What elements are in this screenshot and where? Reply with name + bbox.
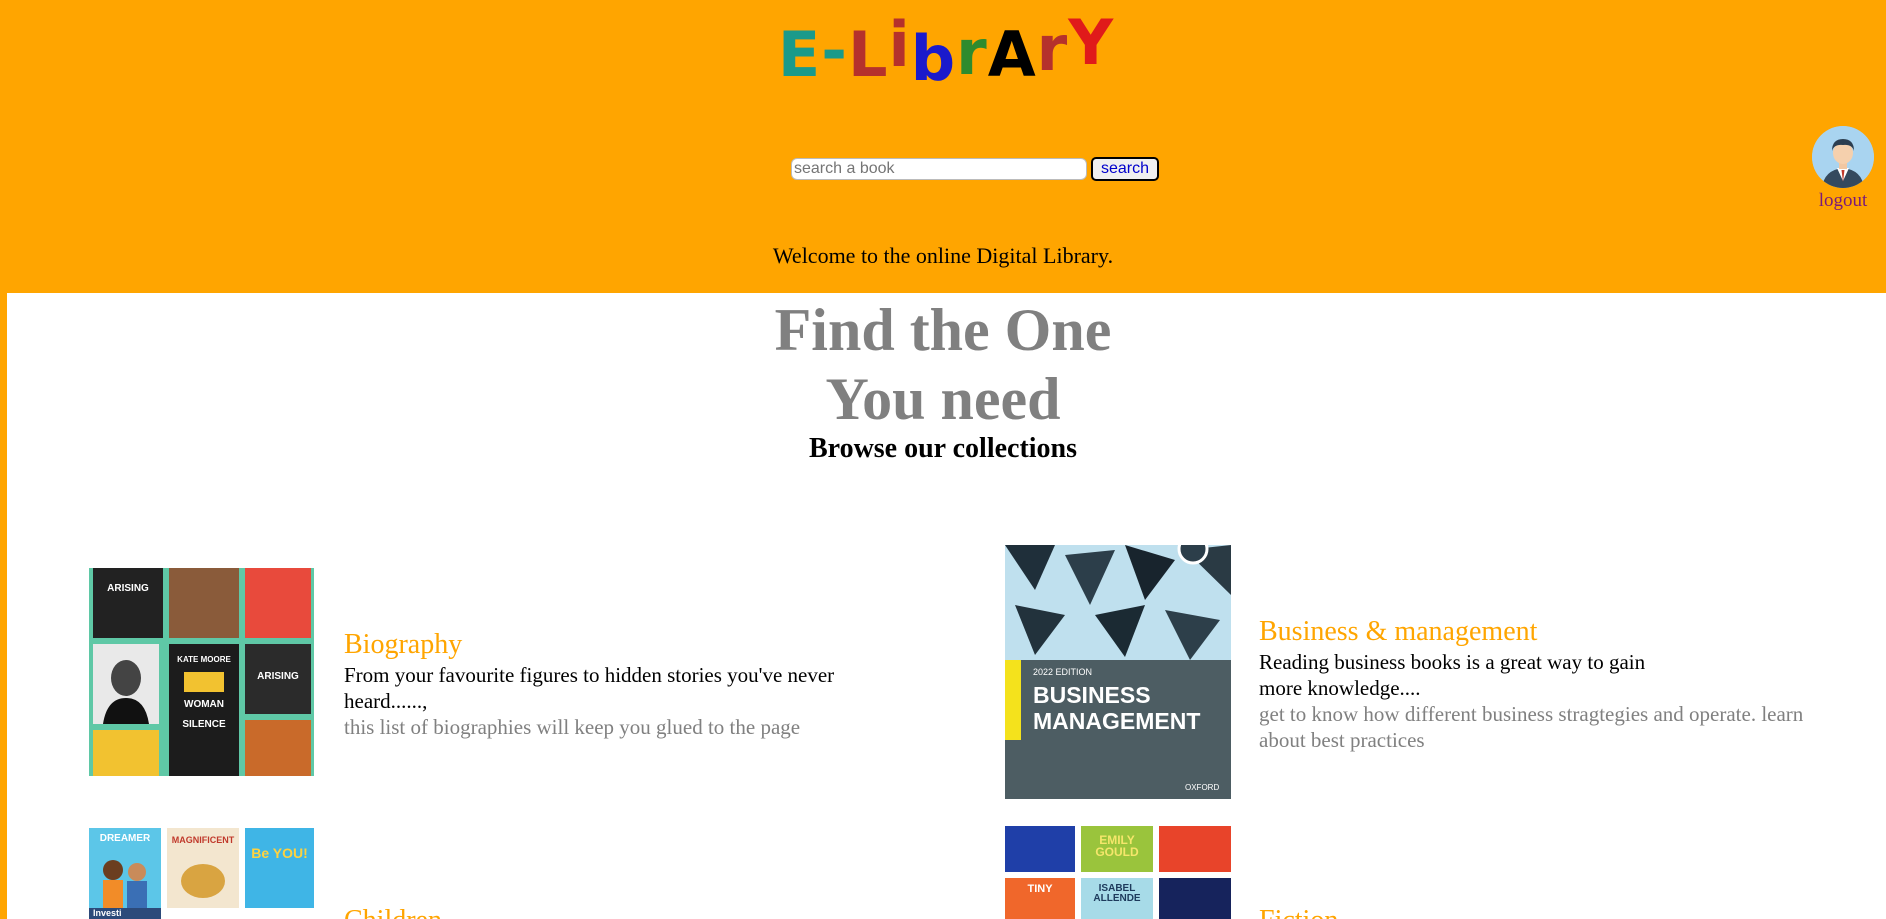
logo-letter: i <box>888 8 911 81</box>
hero-title-line1: Find the One <box>774 297 1112 363</box>
header: E-LibrArY search logout Welcome to the o… <box>0 0 1886 292</box>
category-title-business[interactable]: Business & management <box>1259 616 1537 648</box>
cover-text: 2022 EDITION <box>1033 667 1093 677</box>
logo-letter: A <box>987 18 1037 91</box>
logo-letter: r <box>956 16 988 89</box>
category-title-fiction[interactable]: Fiction <box>1259 905 1338 919</box>
logout-link[interactable]: logout <box>1808 190 1878 212</box>
cover-text: KATE MOORE <box>177 655 231 664</box>
category-description: From your favourite figures to hidden st… <box>344 663 835 713</box>
logo-letter: E <box>777 18 822 91</box>
book-cover <box>1159 826 1231 872</box>
book-cover: Be YOU! <box>245 828 314 908</box>
fiction-collage-image[interactable]: EMILY GOULD TINY ISABEL ALLENDE <box>1005 826 1231 919</box>
hero-title: Find the One You need <box>7 296 1879 434</box>
book-cover: MAGNIFICENT <box>167 828 239 908</box>
cover-text: TINY <box>1027 883 1053 895</box>
cover-text: EMILY GOULD <box>1095 833 1139 859</box>
category-more-text: get to know how different business strag… <box>1259 702 1804 752</box>
logo-letter: L <box>847 18 889 91</box>
children-collage-image[interactable]: DREAMER MAGNIFICENT Be YOU! Investi <box>89 828 314 919</box>
book-cover <box>1159 878 1231 919</box>
logo-letter: b <box>910 22 957 95</box>
logo-letter: Y <box>1068 6 1115 79</box>
search-button[interactable]: search <box>1091 157 1160 181</box>
category-title-biography[interactable]: Biography <box>344 629 462 661</box>
book-cover: TINY <box>1005 878 1075 919</box>
cover-text: DREAMER <box>99 833 151 844</box>
welcome-text: Welcome to the online Digital Library. <box>772 243 1114 268</box>
search-bar: search <box>791 157 1160 181</box>
cover-text: OXFORD <box>1185 783 1220 792</box>
book-cover: ARISING <box>245 644 311 714</box>
cover-text: ARISING <box>257 671 299 682</box>
logo-letter: - <box>821 14 848 87</box>
book-cover <box>245 568 311 638</box>
book-cover <box>93 644 159 724</box>
user-avatar-icon[interactable] <box>1812 126 1874 188</box>
book-cover: KATE MOORE WOMAN SILENCE <box>169 644 239 776</box>
category-title-children[interactable]: Children <box>344 905 442 919</box>
logo-letter: r <box>1036 12 1069 85</box>
cover-art <box>181 864 225 898</box>
biography-collage-image[interactable]: ARISING KATE MOORE WOMAN SILENCE ARISING <box>89 568 314 776</box>
e-library-logo[interactable]: E-LibrArY <box>776 6 1116 91</box>
cover-text: ISABEL ALLENDE <box>1093 883 1141 904</box>
book-cover: ARISING <box>93 568 163 638</box>
cover-text: MAGNIFICENT <box>171 835 235 845</box>
hero-title-line2: You need <box>825 366 1061 432</box>
hero-subtitle: Browse our collections <box>808 433 1078 464</box>
book-cover <box>1005 826 1075 872</box>
book-cover: DREAMER <box>89 828 161 908</box>
cover-text: SILENCE <box>182 719 226 730</box>
cover-panel: 2022 EDITION BUSINESS MANAGEMENT OXFORD <box>1005 660 1231 799</box>
main-content: Find the One You need Browse our collect… <box>7 293 1886 919</box>
book-cover <box>169 568 239 638</box>
cover-text: MANAGEMENT <box>1033 708 1201 734</box>
cover-text: WOMAN <box>184 699 224 710</box>
book-cover: Investi <box>89 908 161 919</box>
cover-art <box>184 672 224 692</box>
book-cover: EMILY GOULD <box>1081 826 1153 872</box>
category-more-text: this list of biographies will keep you g… <box>344 715 801 739</box>
cover-text: Investi <box>93 908 122 918</box>
cover-text: ARISING <box>107 583 149 594</box>
cover-text: BUSINESS <box>1033 682 1151 708</box>
cover-text: Be YOU! <box>251 845 308 861</box>
book-cover <box>245 720 311 776</box>
cover-stripe <box>1005 660 1021 740</box>
book-cover: ISABEL ALLENDE <box>1081 878 1153 919</box>
search-input[interactable] <box>791 158 1087 180</box>
category-description: Reading business books is a great way to… <box>1259 650 1646 700</box>
business-management-cover-image[interactable]: 2022 EDITION BUSINESS MANAGEMENT OXFORD <box>1005 545 1231 799</box>
book-cover <box>93 730 159 776</box>
